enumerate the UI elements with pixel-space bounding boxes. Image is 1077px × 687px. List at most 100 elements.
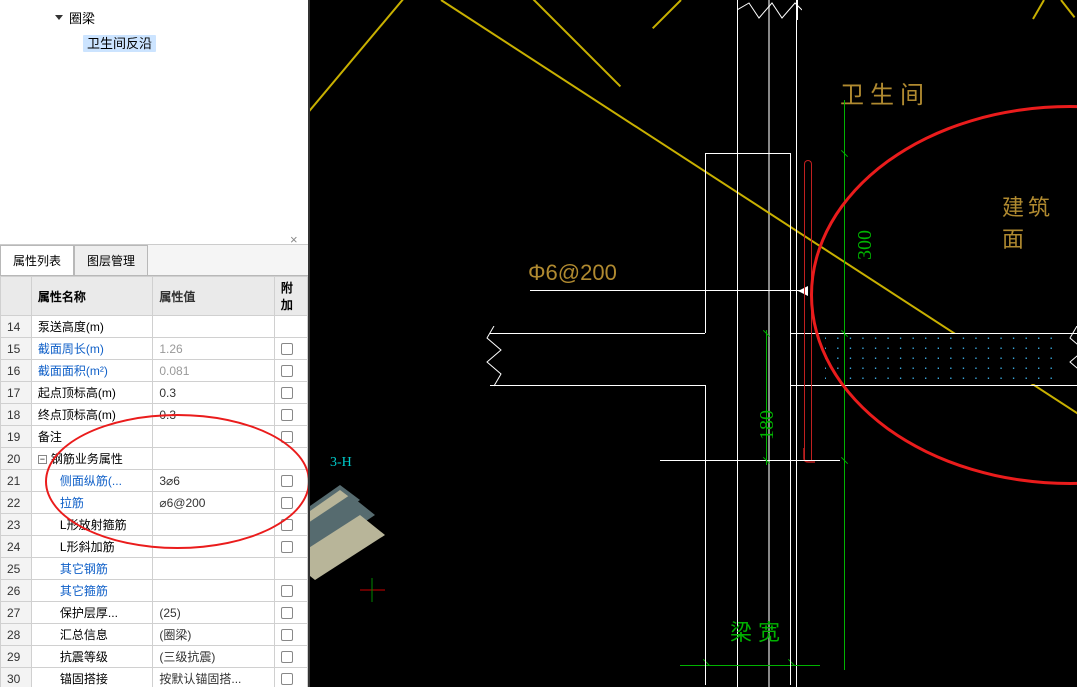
extra-checkbox[interactable] [281, 365, 293, 377]
extra-checkbox[interactable] [281, 651, 293, 663]
extra-checkbox[interactable] [281, 387, 293, 399]
name-cell[interactable]: 截面面积(m²) [31, 360, 152, 382]
rebar-hook-end-icon [803, 448, 819, 464]
table-row[interactable]: 28汇总信息(圈梁) [1, 624, 308, 646]
tree-node-child[interactable]: 卫生间反沿 [83, 33, 308, 52]
tree-child-label: 卫生间反沿 [83, 35, 156, 52]
table-row[interactable]: 27保护层厚...(25) [1, 602, 308, 624]
upstand-top [705, 153, 791, 154]
tree-node-parent[interactable]: 圈梁 [55, 8, 308, 27]
extra-checkbox[interactable] [281, 629, 293, 641]
value-cell[interactable] [153, 316, 274, 338]
property-name: 汇总信息 [60, 628, 108, 642]
value-cell[interactable]: 0.3 [153, 404, 274, 426]
table-row[interactable]: 22拉筋⌀6@200 [1, 492, 308, 514]
name-cell[interactable]: 终点顶标高(m) [31, 404, 152, 426]
extra-checkbox[interactable] [281, 673, 293, 685]
close-icon[interactable]: × [290, 232, 304, 246]
value-cell[interactable] [153, 558, 274, 580]
table-row[interactable]: 24L形斜加筋 [1, 536, 308, 558]
yellow-guide-5 [1032, 0, 1045, 20]
value-cell[interactable] [153, 426, 274, 448]
cad-viewport[interactable]: 3-H 卫生间 建筑面 300 180 梁宽 Φ6@200 [310, 0, 1077, 687]
tab-layers[interactable]: 图层管理 [74, 245, 148, 275]
table-row[interactable]: 15截面周长(m)1.26 [1, 338, 308, 360]
row-num-header [1, 277, 32, 316]
row-number: 22 [1, 492, 32, 514]
dim-300: 300 [854, 230, 877, 260]
extra-checkbox[interactable] [281, 431, 293, 443]
table-row[interactable]: 16 截面面积(m²) 0.081 [1, 360, 308, 382]
extra-checkbox[interactable] [281, 585, 293, 597]
name-cell[interactable]: 拉筋 [31, 492, 152, 514]
value-cell[interactable] [153, 580, 274, 602]
property-name: 截面面积(m²) [38, 364, 108, 378]
table-row[interactable]: 17起点顶标高(m)0.3 [1, 382, 308, 404]
extra-checkbox[interactable] [281, 607, 293, 619]
extra-checkbox[interactable] [281, 475, 293, 487]
table-row[interactable]: 20−钢筋业务属性 [1, 448, 308, 470]
tree-parent-label: 圈梁 [69, 8, 95, 27]
value-cell[interactable]: 0.081 [153, 360, 274, 382]
value-cell[interactable]: (25) [153, 602, 274, 624]
value-cell[interactable]: 按默认锚固搭... [153, 668, 274, 687]
name-cell[interactable]: 侧面纵筋(... [31, 470, 152, 492]
upstand-right [790, 153, 791, 385]
value-cell[interactable]: ⌀6@200 [153, 492, 274, 514]
row-number: 16 [1, 360, 32, 382]
table-row[interactable]: 21侧面纵筋(...3⌀6 [1, 470, 308, 492]
break-symbol-top [737, 0, 802, 30]
extra-cell [274, 360, 307, 382]
extra-cell [274, 492, 307, 514]
name-cell[interactable]: 汇总信息 [31, 624, 152, 646]
yellow-guide-4 [652, 0, 682, 29]
name-cell[interactable]: L形斜加筋 [31, 536, 152, 558]
table-row[interactable]: 14泵送高度(m) [1, 316, 308, 338]
table-row[interactable]: 29抗震等级(三级抗震) [1, 646, 308, 668]
extra-cell [274, 316, 307, 338]
value-cell[interactable] [153, 514, 274, 536]
row-number: 14 [1, 316, 32, 338]
extra-checkbox[interactable] [281, 409, 293, 421]
table-row[interactable]: 23L形放射箍筋 [1, 514, 308, 536]
row-number: 26 [1, 580, 32, 602]
name-cell[interactable]: 其它箍筋 [31, 580, 152, 602]
value-cell[interactable]: (三级抗震) [153, 646, 274, 668]
extra-checkbox[interactable] [281, 343, 293, 355]
table-row[interactable]: 26其它箍筋 [1, 580, 308, 602]
name-cell[interactable]: 泵送高度(m) [31, 316, 152, 338]
value-cell[interactable]: 1.26 [153, 338, 274, 360]
row-number: 30 [1, 668, 32, 687]
name-cell[interactable]: 抗震等级 [31, 646, 152, 668]
name-cell[interactable]: L形放射箍筋 [31, 514, 152, 536]
table-row[interactable]: 18终点顶标高(m)0.3 [1, 404, 308, 426]
value-cell[interactable] [153, 536, 274, 558]
extra-checkbox[interactable] [281, 519, 293, 531]
slab-top-left [490, 333, 705, 334]
property-name: 终点顶标高(m) [38, 408, 116, 422]
table-row[interactable]: 19备注 [1, 426, 308, 448]
row-number: 29 [1, 646, 32, 668]
extra-checkbox[interactable] [281, 541, 293, 553]
beam-right [790, 385, 791, 685]
name-cell[interactable]: 保护层厚... [31, 602, 152, 624]
name-cell[interactable]: 其它钢筋 [31, 558, 152, 580]
extra-checkbox[interactable] [281, 497, 293, 509]
name-cell[interactable]: 备注 [31, 426, 152, 448]
name-cell[interactable]: 起点顶标高(m) [31, 382, 152, 404]
value-cell[interactable] [153, 448, 274, 470]
extra-cell [274, 668, 307, 687]
value-cell[interactable]: 0.3 [153, 382, 274, 404]
value-cell[interactable]: (圈梁) [153, 624, 274, 646]
name-cell[interactable]: −钢筋业务属性 [31, 448, 152, 470]
name-cell[interactable]: 锚固搭接 [31, 668, 152, 687]
table-row[interactable]: 30锚固搭接按默认锚固搭... [1, 668, 308, 687]
leader-line [530, 290, 805, 291]
zone-label: 3-H [330, 455, 352, 471]
name-cell[interactable]: 截面周长(m) [31, 338, 152, 360]
table-row[interactable]: 25其它钢筋 [1, 558, 308, 580]
value-cell[interactable]: 3⌀6 [153, 470, 274, 492]
tab-properties[interactable]: 属性列表 [0, 245, 74, 275]
extra-cell [274, 624, 307, 646]
expand-toggle-icon[interactable]: − [38, 455, 47, 464]
